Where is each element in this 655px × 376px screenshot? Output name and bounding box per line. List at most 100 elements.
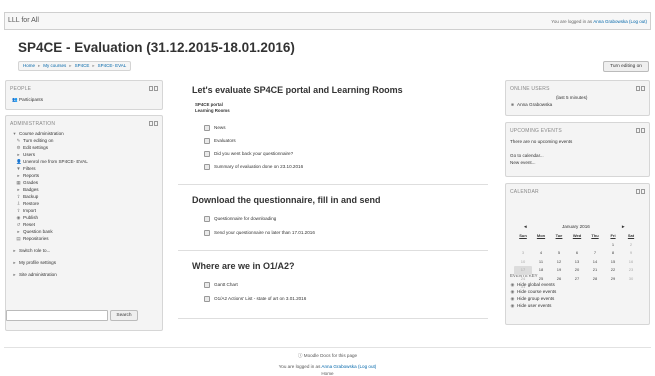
calendar-day	[568, 241, 586, 250]
calendar-month: January 2016	[562, 224, 590, 229]
moodle-docs-link[interactable]: ⓘ Moodle Docs for this page	[0, 353, 655, 359]
forum-icon	[204, 124, 210, 131]
calendar-day[interactable]: 28	[586, 275, 604, 284]
footer-user-link[interactable]: Anna Grabowska	[321, 364, 356, 369]
block-controls-icon[interactable]	[636, 86, 645, 91]
admin-item-publish[interactable]: ◉ Publish	[16, 214, 39, 220]
calendar-day[interactable]: 9	[622, 249, 640, 258]
calendar-day[interactable]: 12	[550, 258, 568, 267]
admin-item-restore[interactable]: ⇩ Restore	[16, 200, 39, 206]
resource-evaluators[interactable]: Evaluators	[204, 137, 236, 144]
calendar-day[interactable]: 6	[568, 249, 586, 258]
grades-icon: ▦	[16, 179, 21, 185]
breadcrumb-my-courses[interactable]: My courses	[43, 63, 66, 68]
breadcrumb-current[interactable]: SP4CE- EVAL	[98, 63, 127, 68]
block-controls-icon[interactable]	[149, 121, 158, 126]
user-name-link[interactable]: Anna Grabowska	[593, 19, 628, 24]
calendar-day[interactable]: 5	[550, 249, 568, 258]
admin-item-grades[interactable]: ▦ Grades	[16, 179, 38, 185]
calendar-week: 31	[514, 283, 640, 292]
calendar-day[interactable]: 26	[550, 275, 568, 284]
resource-gantt-chart[interactable]: Gantt Chart	[204, 281, 238, 288]
admin-search-input[interactable]	[6, 310, 108, 321]
logout-link[interactable]: (Log out)	[629, 19, 647, 24]
calendar-day[interactable]: 20	[568, 266, 586, 275]
calendar-day[interactable]: 17	[514, 266, 532, 275]
footer-divider	[4, 347, 651, 348]
site-name-link[interactable]: LLL for All	[8, 17, 39, 24]
calendar-day[interactable]: 23	[622, 266, 640, 275]
resource-actions-list[interactable]: O1/A2 Actions' List - state of art on 3.…	[204, 295, 306, 302]
download-icon	[204, 215, 210, 222]
calendar-day[interactable]: 31	[514, 283, 532, 292]
group-event-icon: ◉	[510, 295, 515, 301]
online-users-subtitle: (last 5 minutes)	[556, 94, 588, 100]
calendar-day[interactable]: 24	[514, 275, 532, 284]
calendar-day[interactable]: 30	[622, 275, 640, 284]
calendar-prev-icon[interactable]: ◄	[523, 224, 528, 229]
new-event-link[interactable]: New event...	[510, 159, 536, 165]
footer-logout-link[interactable]: (Log out)	[358, 364, 376, 369]
calendar-day[interactable]: 14	[586, 258, 604, 267]
go-to-calendar-link[interactable]: Go to calendar...	[510, 152, 544, 158]
no-events-text: There are no upcoming events	[510, 138, 573, 144]
calendar-next-icon[interactable]: ►	[621, 224, 626, 229]
hide-user-events-link[interactable]: ◉ Hide user events	[510, 302, 552, 308]
calendar-day[interactable]: 16	[622, 258, 640, 267]
footer-home-link[interactable]: Home	[0, 371, 655, 376]
turn-editing-on-button[interactable]: Turn editing on	[603, 61, 649, 72]
calendar-day	[514, 241, 532, 250]
admin-item-edit-settings[interactable]: ⚙ Edit settings	[16, 144, 48, 150]
calendar-grid: Sun Mon Tue Wed Thu Fri Sat 1 2 3 4 5 6 7 8 9 10 11 12 13 14…	[514, 232, 640, 292]
switch-role-node[interactable]: ▸ Switch role to...	[12, 247, 50, 253]
calendar-day[interactable]: 7	[586, 249, 604, 258]
admin-search-button[interactable]: Search	[110, 310, 138, 321]
calendar-day[interactable]: 10	[514, 258, 532, 267]
calendar-day[interactable]: 13	[568, 258, 586, 267]
calendar-day[interactable]: 2	[622, 241, 640, 250]
breadcrumb-home[interactable]: Home	[23, 63, 35, 68]
resource-questionnaire-check[interactable]: Did you went back your questionnaire?	[204, 150, 293, 157]
resource-news[interactable]: News	[204, 124, 226, 131]
calendar-day[interactable]: 25	[532, 275, 550, 284]
participants-link[interactable]: 👥 Participants	[12, 96, 43, 102]
calendar-day[interactable]: 22	[604, 266, 622, 275]
resource-send-questionnaire[interactable]: Send your questionnaire no later than 17…	[204, 229, 315, 236]
calendar-day[interactable]: 3	[514, 249, 532, 258]
calendar-day[interactable]: 8	[604, 249, 622, 258]
online-user-item[interactable]: ■ Anna Grabowska	[510, 101, 552, 107]
admin-item-reports[interactable]: ▸ Reports	[16, 172, 39, 178]
calendar-day[interactable]: 29	[604, 275, 622, 284]
calendar-day[interactable]: 19	[550, 266, 568, 275]
calendar-day[interactable]: 18	[532, 266, 550, 275]
avatar-icon: ■	[511, 101, 514, 107]
admin-item-backup[interactable]: ⇪ Backup	[16, 193, 39, 199]
site-administration-node[interactable]: ▸ Site administration	[12, 271, 56, 277]
admin-item-turn-editing[interactable]: ✎ Turn editing on	[16, 137, 54, 143]
admin-item-repositories[interactable]: ▤ Repositories	[16, 235, 48, 241]
my-profile-settings-node[interactable]: ▸ My profile settings	[12, 259, 56, 265]
hide-group-events-link[interactable]: ◉ Hide group events	[510, 295, 555, 301]
calendar-day[interactable]: 27	[568, 275, 586, 284]
admin-item-badges[interactable]: ▸ Badges	[16, 186, 38, 192]
admin-item-reset[interactable]: ↺ Reset	[16, 221, 35, 227]
course-administration-node[interactable]: ▾ Course administration	[12, 130, 63, 136]
block-controls-icon[interactable]	[636, 189, 645, 194]
calendar-day[interactable]: 15	[604, 258, 622, 267]
calendar-day	[532, 241, 550, 250]
gear-icon: ⚙	[16, 144, 21, 150]
admin-item-import[interactable]: ⇧ Import	[16, 207, 36, 213]
admin-item-question-bank[interactable]: ▸ Question bank	[16, 228, 52, 234]
calendar-day[interactable]: 1	[604, 241, 622, 250]
resource-questionnaire-download[interactable]: Questionnaire for downloading	[204, 215, 276, 222]
admin-item-unenrol[interactable]: 👤 Unenrol me from SP4CE- EVAL	[16, 158, 88, 164]
resource-summary[interactable]: Summary of evaluation done on 23.10.2016	[204, 163, 303, 170]
breadcrumb-course[interactable]: SP4CE	[75, 63, 90, 68]
admin-item-filters[interactable]: ▼ Filters	[16, 165, 35, 171]
calendar-day[interactable]: 4	[532, 249, 550, 258]
calendar-day[interactable]: 21	[586, 266, 604, 275]
block-controls-icon[interactable]	[149, 86, 158, 91]
admin-item-users[interactable]: ▸ Users	[16, 151, 35, 157]
calendar-day[interactable]: 11	[532, 258, 550, 267]
block-controls-icon[interactable]	[636, 128, 645, 133]
